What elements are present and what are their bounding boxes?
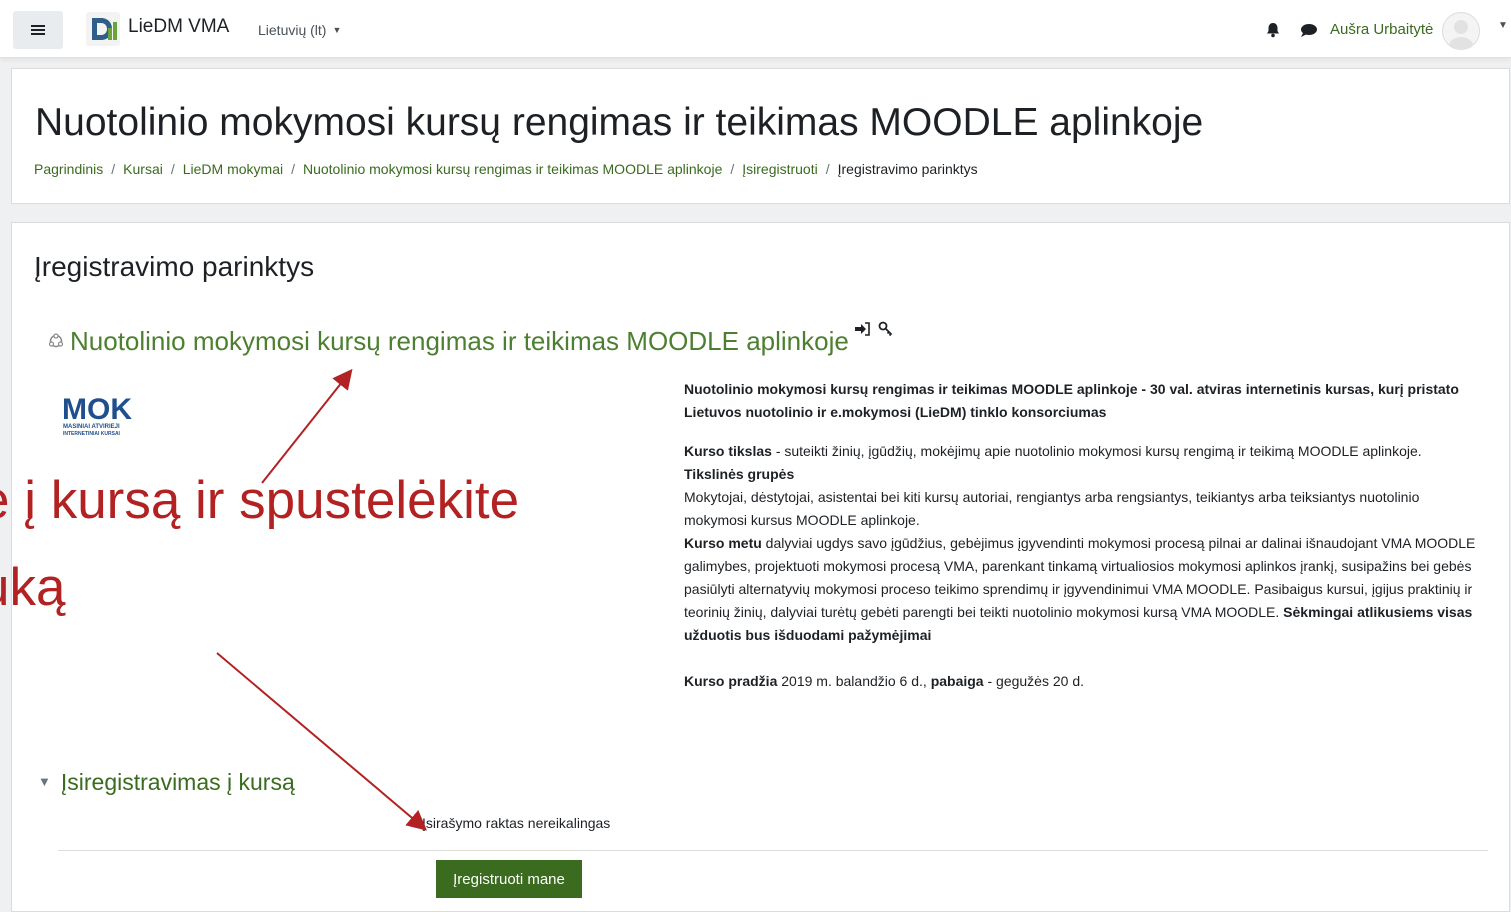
no-key-required-text: Įsirašymo raktas nereikalingas (422, 815, 611, 831)
breadcrumb-category[interactable]: LieDM mokymai (183, 161, 283, 177)
language-selector[interactable]: Lietuvių (lt) ▼ (258, 22, 341, 38)
notifications-bell-icon[interactable] (1265, 22, 1281, 38)
breadcrumb-courses[interactable]: Kursai (123, 161, 163, 177)
summary-lead: Nuotolinio mokymosi kursų rengimas ir te… (684, 381, 1459, 420)
breadcrumb-home[interactable]: Pagrindinis (34, 161, 103, 177)
collapse-triangle-icon: ▼ (38, 774, 51, 789)
page-title: Nuotolinio mokymosi kursų rengimas ir te… (35, 101, 1204, 144)
course-summary: Nuotolinio mokymosi kursų rengimas ir te… (684, 378, 1484, 693)
groups-text: Mokytojai, dėstytojai, asistentai bei ki… (684, 489, 1420, 528)
main-content: Įregistravimo parinktys Nuotolinio mokym… (11, 222, 1510, 912)
start-text: 2019 m. balandžio 6 d., (777, 673, 931, 689)
language-label: Lietuvių (lt) (258, 22, 327, 38)
hamburger-icon (31, 25, 45, 35)
page-header: Nuotolinio mokymosi kursų rengimas ir te… (11, 68, 1510, 204)
site-logo[interactable] (86, 12, 120, 46)
svg-text:MOK: MOK (62, 393, 132, 426)
end-text: - gegužės 20 d. (983, 673, 1084, 689)
course-image-logo: MOK MASINIAI ATVIRIEJI INTERNETINIAI KUR… (62, 391, 162, 444)
end-label: pabaiga (930, 673, 984, 689)
section-heading: Įregistravimo parinktys (34, 251, 315, 282)
breadcrumb-current: Įregistravimo parinktys (837, 161, 978, 177)
enrol-me-button[interactable]: Įregistruoti mane (436, 860, 582, 898)
self-enrol-icon (855, 322, 870, 336)
annotation-text-line-1: e į kursą ir spustelėkite (0, 471, 520, 530)
user-avatar[interactable] (1442, 12, 1480, 50)
site-name[interactable]: LieDM VMA (128, 16, 229, 38)
user-menu-chevron-icon[interactable]: ▼ (1498, 20, 1508, 31)
svg-text:MASINIAI ATVIRIEJI: MASINIAI ATVIRIEJI (63, 424, 120, 430)
key-icon (878, 321, 893, 337)
start-label: Kurso pradžia (684, 673, 778, 689)
self-enrol-heading: Įsiregistravimas į kursą (60, 769, 295, 795)
annotation-text-line-2: uką (0, 558, 66, 617)
chevron-down-icon: ▼ (332, 25, 342, 35)
user-name[interactable]: Aušra Urbaitytė (1330, 21, 1433, 38)
svg-text:INTERNETINIAI KURSAI: INTERNETINIAI KURSAI (63, 431, 121, 437)
breadcrumb: Pagrindinis / Kursai / LieDM mokymai / Nuotoli… (34, 161, 978, 177)
breadcrumb-course[interactable]: Nuotolinio mokymosi kursų rengimas ir te… (303, 161, 722, 177)
during-label: Kurso metu (684, 535, 762, 551)
groups-label: Tikslinės grupės (684, 466, 795, 482)
top-navbar: LieDM VMA Lietuvių (lt) ▼ Aušra Urbaitytė… (0, 0, 1511, 58)
messages-icon[interactable] (1300, 23, 1318, 38)
breadcrumb-enrol[interactable]: Įsiregistruoti (742, 161, 817, 177)
goal-label: Kurso tikslas (684, 443, 772, 459)
divider (58, 850, 1488, 851)
menu-toggle-button[interactable] (13, 11, 63, 49)
self-enrol-section-toggle[interactable]: ▼ Įsiregistravimas į kursą (38, 769, 295, 796)
course-name-link[interactable]: Nuotolinio mokymosi kursų rengimas ir te… (70, 326, 849, 357)
goal-text: - suteikti žinių, įgūdžių, mokėjimų apie… (771, 443, 1422, 459)
course-icon (48, 333, 64, 348)
